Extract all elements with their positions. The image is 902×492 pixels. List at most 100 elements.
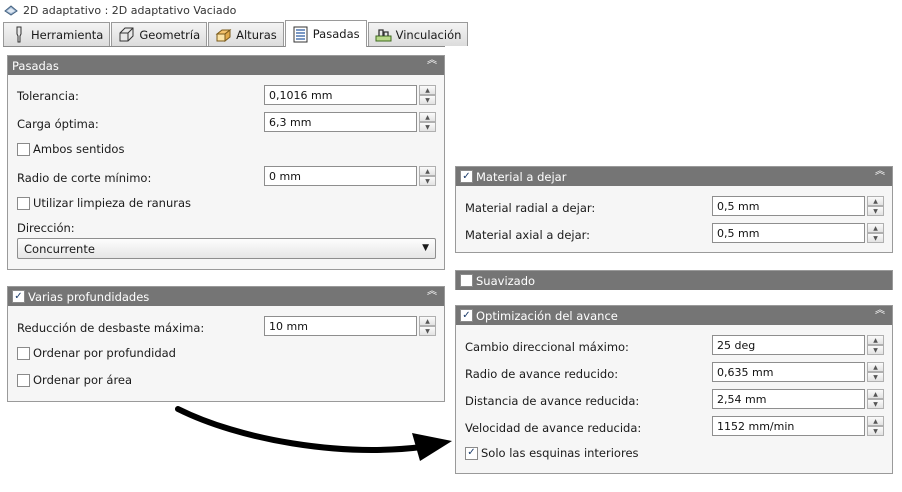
- spin-down-icon[interactable]: ▼: [419, 176, 436, 186]
- distancia-spinner[interactable]: ▲ ▼: [867, 389, 884, 409]
- esquinas-row[interactable]: ✓ Solo las esquinas interiores: [465, 446, 639, 460]
- collapse-icon[interactable]: ︽: [426, 287, 438, 303]
- reduccion-row: Reducción de desbaste máxima:: [17, 321, 204, 335]
- spin-up-icon[interactable]: ▲: [419, 166, 436, 176]
- reduccion-spinner[interactable]: ▲ ▼: [419, 316, 436, 336]
- radio-avance-field: ▲▼: [712, 362, 884, 382]
- suavizado-checkbox[interactable]: [460, 274, 473, 287]
- radial-spinner[interactable]: ▲ ▼: [867, 196, 884, 216]
- suavizado-header[interactable]: Suavizado: [456, 271, 892, 290]
- curved-arrow: [175, 406, 452, 461]
- tolerancia-field: ▲▼: [264, 85, 436, 105]
- direccion-dropdown[interactable]: Concurrente ▼: [17, 238, 436, 259]
- spin-down-icon[interactable]: ▼: [419, 326, 436, 336]
- tab-label: Herramienta: [31, 27, 104, 42]
- panel-title: Optimización del avance: [476, 308, 618, 323]
- esquinas-checkbox[interactable]: ✓: [465, 446, 478, 460]
- tab-label: Pasadas: [312, 27, 360, 41]
- tolerancia-spinner[interactable]: ▲ ▼: [419, 85, 436, 105]
- collapse-icon[interactable]: ︽: [426, 56, 438, 72]
- cambio-input[interactable]: [712, 335, 865, 355]
- cambio-spinner[interactable]: ▲ ▼: [867, 335, 884, 355]
- radio-input[interactable]: [264, 166, 417, 186]
- radial-input[interactable]: [712, 196, 865, 216]
- tab-bar: Herramienta Geometría Alturas Pasadas Vi…: [3, 20, 469, 47]
- panel-title: Material a dejar: [476, 169, 567, 184]
- limpieza-row[interactable]: Utilizar limpieza de ranuras: [17, 196, 191, 210]
- axial-row: Material axial a dejar:: [465, 228, 590, 242]
- spin-up-icon[interactable]: ▲: [867, 335, 884, 345]
- direccion-row: Dirección:: [17, 221, 75, 235]
- radio-avance-spinner[interactable]: ▲ ▼: [867, 362, 884, 382]
- spin-up-icon[interactable]: ▲: [867, 196, 884, 206]
- ambos-row[interactable]: Ambos sentidos: [17, 142, 124, 156]
- spin-down-icon[interactable]: ▼: [419, 122, 436, 132]
- ambos-label: Ambos sentidos: [33, 142, 125, 156]
- profundidades-header[interactable]: ✓ Varias profundidades ︽: [8, 287, 444, 306]
- optimizacion-header[interactable]: ✓ Optimización del avance ︽: [456, 306, 892, 325]
- ordenar-area-row[interactable]: Ordenar por área: [17, 373, 132, 387]
- radio-row: Radio de corte mínimo:: [17, 171, 151, 185]
- tab-label: Geometría: [139, 27, 201, 42]
- cambio-label: Cambio direccional máximo:: [465, 340, 629, 354]
- velocidad-input[interactable]: [712, 416, 865, 436]
- pasadas-header[interactable]: Pasadas ︽: [8, 56, 444, 75]
- optimizacion-checkbox[interactable]: ✓: [460, 309, 473, 322]
- tab-alturas[interactable]: Alturas: [208, 22, 284, 46]
- spin-down-icon[interactable]: ▼: [867, 426, 884, 436]
- tab-herramienta[interactable]: Herramienta: [3, 22, 111, 46]
- carga-row: Carga óptima:: [17, 117, 99, 131]
- axial-spinner[interactable]: ▲ ▼: [867, 223, 884, 243]
- tab-vinculacion[interactable]: Vinculación: [367, 22, 469, 46]
- spin-down-icon[interactable]: ▼: [867, 399, 884, 409]
- velocidad-spinner[interactable]: ▲ ▼: [867, 416, 884, 436]
- ordenar-prof-checkbox[interactable]: [17, 346, 30, 360]
- material-checkbox[interactable]: ✓: [460, 170, 473, 183]
- title-bar: 2D adaptativo : 2D adaptativo Vaciado: [0, 0, 450, 20]
- carga-label: Carga óptima:: [17, 117, 99, 131]
- spin-up-icon[interactable]: ▲: [419, 316, 436, 326]
- cambio-row: Cambio direccional máximo:: [465, 340, 629, 354]
- direccion-label: Dirección:: [17, 221, 75, 235]
- spin-up-icon[interactable]: ▲: [867, 416, 884, 426]
- radio-spinner[interactable]: ▲ ▼: [419, 166, 436, 186]
- radio-avance-input[interactable]: [712, 362, 865, 382]
- cambio-field: ▲▼: [712, 335, 884, 355]
- spin-up-icon[interactable]: ▲: [867, 223, 884, 233]
- passes-icon: [293, 26, 308, 42]
- limpieza-checkbox[interactable]: [17, 196, 30, 210]
- tab-pasadas[interactable]: Pasadas: [284, 20, 367, 47]
- reduccion-input[interactable]: [264, 316, 417, 336]
- tab-label: Alturas: [236, 27, 277, 42]
- axial-field: ▲▼: [712, 223, 884, 243]
- ordenar-prof-row[interactable]: Ordenar por profundidad: [17, 346, 176, 360]
- distancia-field: ▲▼: [712, 389, 884, 409]
- spin-up-icon[interactable]: ▲: [419, 112, 436, 122]
- distancia-input[interactable]: [712, 389, 865, 409]
- tab-geometria[interactable]: Geometría: [111, 22, 208, 46]
- spin-down-icon[interactable]: ▼: [867, 372, 884, 382]
- chevron-down-icon[interactable]: ▼: [422, 243, 429, 253]
- material-header[interactable]: ✓ Material a dejar ︽: [456, 167, 892, 186]
- spin-up-icon[interactable]: ▲: [419, 85, 436, 95]
- spin-down-icon[interactable]: ▼: [419, 95, 436, 105]
- ordenar-area-checkbox[interactable]: [17, 373, 30, 387]
- distancia-label: Distancia de avance reducida:: [465, 394, 640, 408]
- spin-down-icon[interactable]: ▼: [867, 345, 884, 355]
- spin-up-icon[interactable]: ▲: [867, 362, 884, 372]
- profundidades-checkbox[interactable]: ✓: [12, 290, 25, 303]
- esquinas-label: Solo las esquinas interiores: [481, 446, 639, 460]
- pasadas-panel: Pasadas ︽ Tolerancia: ▲▼ Carga óptima: ▲…: [7, 55, 445, 270]
- tolerancia-input[interactable]: [264, 85, 417, 105]
- carga-field: ▲▼: [264, 112, 436, 132]
- collapse-icon[interactable]: ︽: [874, 167, 886, 183]
- spin-down-icon[interactable]: ▼: [867, 206, 884, 216]
- spin-up-icon[interactable]: ▲: [867, 389, 884, 399]
- carga-spinner[interactable]: ▲ ▼: [419, 112, 436, 132]
- carga-input[interactable]: [264, 112, 417, 132]
- axial-input[interactable]: [712, 223, 865, 243]
- linking-icon: [375, 29, 392, 42]
- collapse-icon[interactable]: ︽: [874, 306, 886, 322]
- spin-down-icon[interactable]: ▼: [867, 233, 884, 243]
- ambos-checkbox[interactable]: [17, 142, 30, 156]
